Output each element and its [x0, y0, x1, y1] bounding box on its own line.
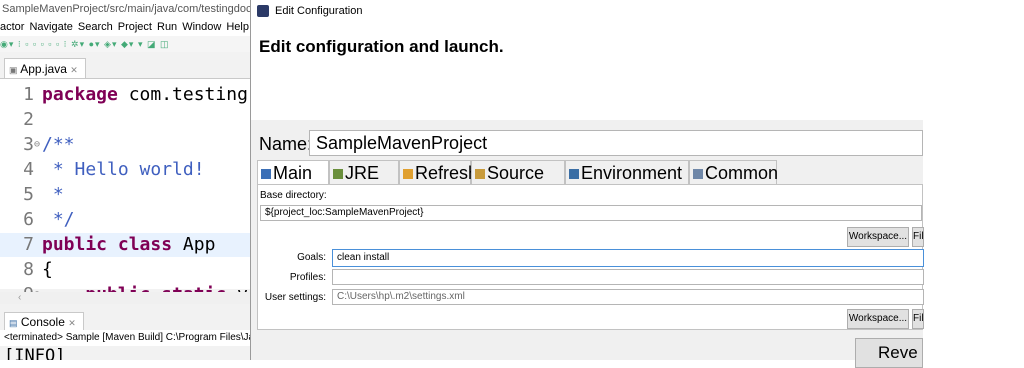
tab-common[interactable]: Common [689, 160, 779, 184]
dialog-title: Edit Configuration [275, 5, 363, 17]
profiles-label: Profiles: [289, 272, 326, 283]
code-line[interactable]: 3⊖/** [0, 133, 250, 157]
eclipse-app-icon [257, 5, 269, 17]
tab-label: Common [705, 163, 779, 183]
line-number: 7 [23, 234, 34, 255]
eclipse-window: SampleMavenProject/src/main/java/com/tes… [0, 0, 250, 360]
tab-main[interactable]: Main [257, 160, 329, 184]
base-directory-field[interactable]: ${project_loc:SampleMavenProject} [260, 205, 922, 221]
toolbar-icons[interactable]: ◉▾ ⁝ ▫ ▫ ▫ ▫ ▫ ⁝ ✲▾ ●▾ ◈▾ ◆▾ ▾ ◪ ◫ [0, 39, 169, 49]
line-number: 3 [23, 134, 34, 155]
horizontal-scrollbar[interactable]: ‹ [0, 292, 250, 304]
code-token: { [42, 259, 53, 280]
close-icon[interactable]: ✕ [70, 65, 78, 75]
java-file-icon: ▣ [9, 65, 18, 75]
code-line[interactable]: 4 * Hello world! [0, 158, 250, 182]
code-token: com.testing [117, 84, 248, 105]
revert-button[interactable]: Reve [855, 338, 923, 368]
refresh-tab-icon [403, 169, 413, 180]
code-token: * [42, 184, 64, 205]
name-field[interactable]: SampleMavenProject [309, 130, 923, 156]
code-line[interactable]: 6 */ [0, 208, 250, 232]
editor-tab-app-java[interactable]: ▣ App.java ✕ [4, 58, 86, 78]
code-line[interactable]: 7 public class App [0, 233, 250, 257]
menu-item-run[interactable]: Run [157, 21, 177, 33]
code-token: */ [42, 209, 75, 230]
file-button[interactable]: File [912, 227, 924, 247]
line-number: 4 [23, 159, 34, 180]
line-number: 5 [23, 184, 34, 205]
menu-item-project[interactable]: Project [118, 21, 152, 33]
menu-item-window[interactable]: Window [182, 21, 221, 33]
user-settings-label: User settings: [264, 292, 326, 303]
main-tab-icon [261, 169, 271, 180]
common-tab-icon [693, 169, 703, 180]
jre-tab-icon [333, 169, 343, 180]
code-line[interactable]: 5 * [0, 183, 250, 207]
profiles-field[interactable] [332, 269, 924, 285]
workspace-button[interactable]: Workspace... [847, 227, 909, 247]
tab-jre[interactable]: JRE [329, 160, 399, 184]
tab-label: Main [273, 163, 313, 183]
tab-source[interactable]: Source [471, 160, 565, 184]
name-label: Name: [259, 134, 313, 154]
code-line[interactable]: 2 [0, 108, 250, 132]
line-number: 8 [23, 259, 34, 280]
edit-configuration-dialog: Edit Configuration Edit configuration an… [250, 0, 1024, 368]
environment-tab-icon [569, 169, 579, 180]
tab-environment[interactable]: Environment [565, 160, 689, 184]
settings-workspace-button[interactable]: Workspace... [847, 309, 909, 329]
editor-tab-label: App.java [20, 62, 67, 76]
code-editor[interactable]: 1 package com.testing 2 3⊖/** 4 * Hello worl… [0, 78, 250, 305]
goals-field[interactable]: clean install [332, 249, 924, 267]
menu-item-refactor[interactable]: actor [0, 21, 24, 33]
eclipse-title: SampleMavenProject/src/main/java/com/tes… [0, 0, 250, 18]
tab-label: Environment [581, 163, 683, 183]
tab-label: Source [487, 163, 545, 183]
dialog-heading: Edit configuration and launch. [259, 37, 504, 56]
line-number: 6 [23, 209, 34, 230]
settings-file-button[interactable]: File [912, 309, 924, 329]
eclipse-menu-bar: actor Navigate Search Project Run Window Help [0, 18, 250, 36]
code-token: class [117, 234, 173, 255]
line-number: 1 [23, 84, 34, 105]
menu-item-navigate[interactable]: Navigate [29, 21, 72, 33]
console-tab[interactable]: ▤ Console ✕ [4, 312, 84, 330]
console-icon: ▤ [9, 318, 18, 328]
tab-label: Refresh [415, 163, 479, 183]
goals-label: Goals: [297, 252, 326, 263]
user-settings-field[interactable]: C:\Users\hp\.m2\settings.xml [332, 289, 924, 305]
dialog-titlebar: Edit Configuration [251, 0, 1024, 22]
menu-item-search[interactable]: Search [78, 21, 113, 33]
fold-icon[interactable]: ⊖ [34, 133, 42, 157]
source-tab-icon [475, 169, 485, 180]
code-token: package [42, 84, 118, 105]
code-token: public [42, 234, 108, 255]
menu-item-help[interactable]: Help [226, 21, 249, 33]
console-output: [INFO] [4, 346, 66, 360]
dialog-body: Name: SampleMavenProject Main JRE Refresh S… [251, 120, 924, 368]
base-directory-label: Base directory: [260, 190, 327, 201]
code-token: App [172, 234, 216, 255]
code-token: * Hello world! [42, 159, 205, 180]
tab-label: JRE [345, 163, 380, 183]
scroll-left-icon[interactable]: ‹ [18, 292, 21, 303]
code-line[interactable]: 1 package com.testing [0, 83, 250, 107]
tab-refresh[interactable]: Refresh [399, 160, 478, 184]
console-tab-label: Console [20, 315, 65, 329]
console-description: <terminated> Sample [Maven Build] C:\Pro… [0, 330, 250, 346]
eclipse-toolbar[interactable]: ◉▾ ⁝ ▫ ▫ ▫ ▫ ▫ ⁝ ✲▾ ●▾ ◈▾ ◆▾ ▾ ◪ ◫ [0, 36, 250, 52]
close-icon[interactable]: ✕ [68, 318, 76, 328]
code-line[interactable]: 8{ [0, 258, 250, 282]
main-tab-panel: Base directory: ${project_loc:SampleMave… [257, 184, 924, 330]
code-token: /** [42, 134, 75, 155]
line-number: 2 [23, 109, 34, 130]
